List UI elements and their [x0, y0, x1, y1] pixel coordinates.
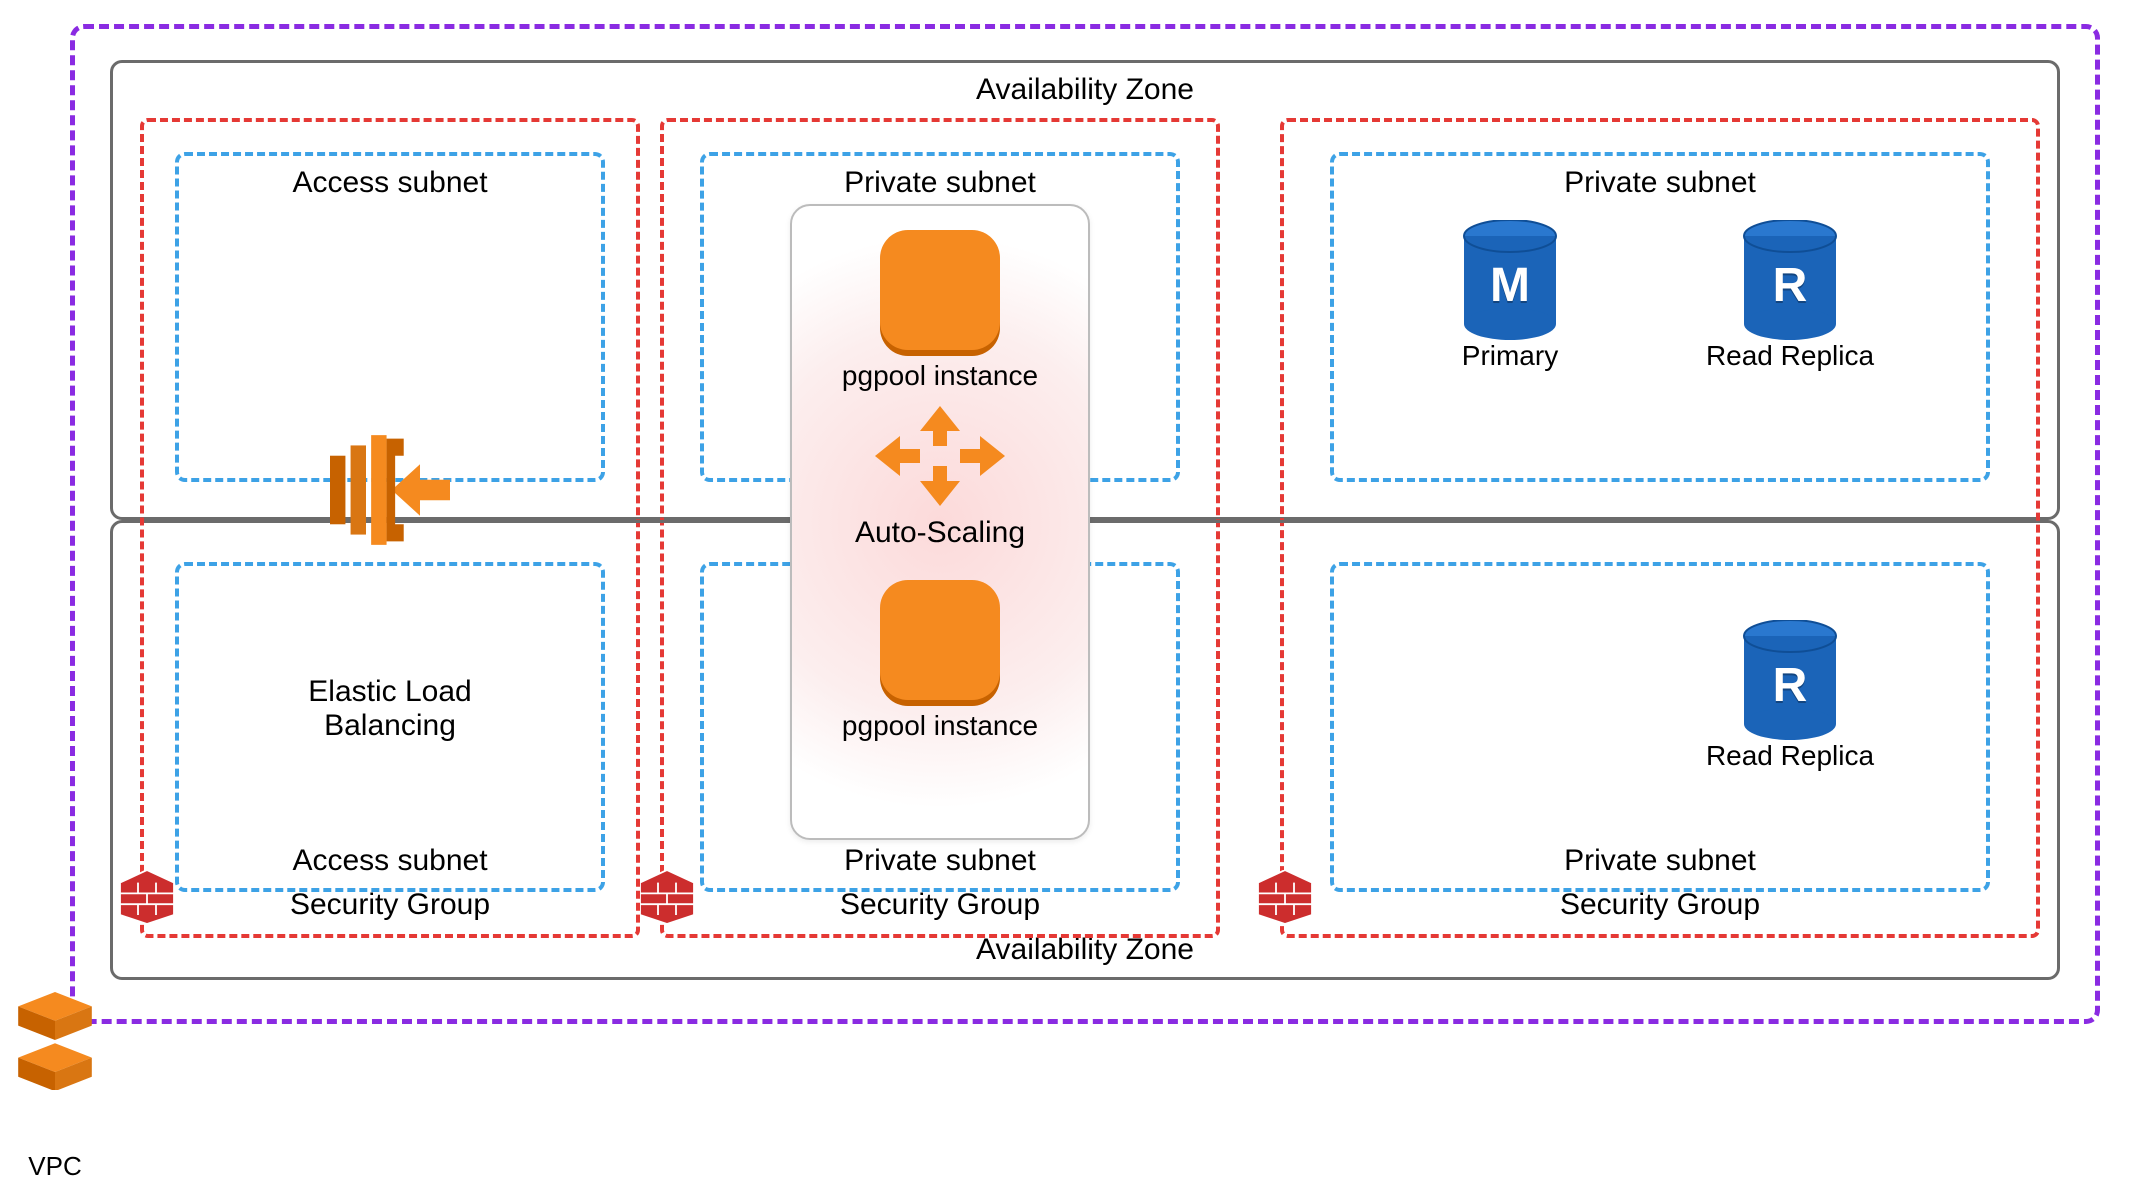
architecture-diagram: VPC Availability Zone Availability Zone … [0, 0, 2144, 1157]
subnet-bottom-private-2: Private subnet [1330, 562, 1990, 892]
vpc-cube-icon [15, 990, 95, 1090]
elb-icon [310, 430, 470, 550]
subnet-bottom-private-1-label: Private subnet [704, 844, 1176, 878]
db-primary-icon: M [1460, 220, 1560, 330]
elb-label: Elastic Load Balancing [280, 675, 500, 743]
sg-2-label: Security Group [664, 888, 1216, 922]
pgpool-instance-bottom-icon [880, 580, 1000, 700]
pgpool-instance-bottom-label: pgpool instance [792, 710, 1088, 742]
db-read-replica-bottom-letter: R [1740, 658, 1840, 713]
db-read-replica-bottom-label: Read Replica [1700, 740, 1880, 772]
az-top-label: Availability Zone [113, 73, 2057, 107]
auto-scaling-group: pgpool instance Auto-Scaling pgpool inst… [790, 204, 1090, 840]
db-primary-label: Primary [1420, 340, 1600, 372]
pgpool-instance-top-icon [880, 230, 1000, 350]
az-bottom-label: Availability Zone [113, 933, 2057, 967]
auto-scaling-icon [875, 406, 1005, 506]
subnet-bottom-access-label: Access subnet [179, 844, 601, 878]
elastic-load-balancer: Elastic Load Balancing [280, 430, 500, 743]
db-read-replica-bottom-icon: R [1740, 620, 1840, 730]
db-read-replica-bottom: R Read Replica [1700, 620, 1880, 772]
subnet-top-access-label: Access subnet [179, 166, 601, 200]
db-read-replica-top: R Read Replica [1700, 220, 1880, 372]
firewall-icon-3 [1258, 870, 1312, 924]
vpc-icon: VPC [10, 990, 100, 1182]
sg-3-label: Security Group [1284, 888, 2036, 922]
subnet-bottom-private-2-label: Private subnet [1334, 844, 1986, 878]
pgpool-instance-top-label: pgpool instance [792, 360, 1088, 392]
firewall-icon-2 [640, 870, 694, 924]
subnet-top-private-2-label: Private subnet [1334, 166, 1986, 200]
subnet-top-private-1-label: Private subnet [704, 166, 1176, 200]
sg-1-label: Security Group [144, 888, 636, 922]
db-primary-letter: M [1460, 258, 1560, 313]
firewall-icon-1 [120, 870, 174, 924]
connector-elb-asg [480, 520, 790, 523]
db-primary: M Primary [1420, 220, 1600, 372]
db-read-replica-top-icon: R [1740, 220, 1840, 330]
auto-scaling-label: Auto-Scaling [792, 516, 1088, 550]
db-read-replica-top-letter: R [1740, 258, 1840, 313]
connector-asg-db [1090, 520, 1330, 523]
db-read-replica-top-label: Read Replica [1700, 340, 1880, 372]
vpc-label: VPC [10, 1151, 100, 1182]
